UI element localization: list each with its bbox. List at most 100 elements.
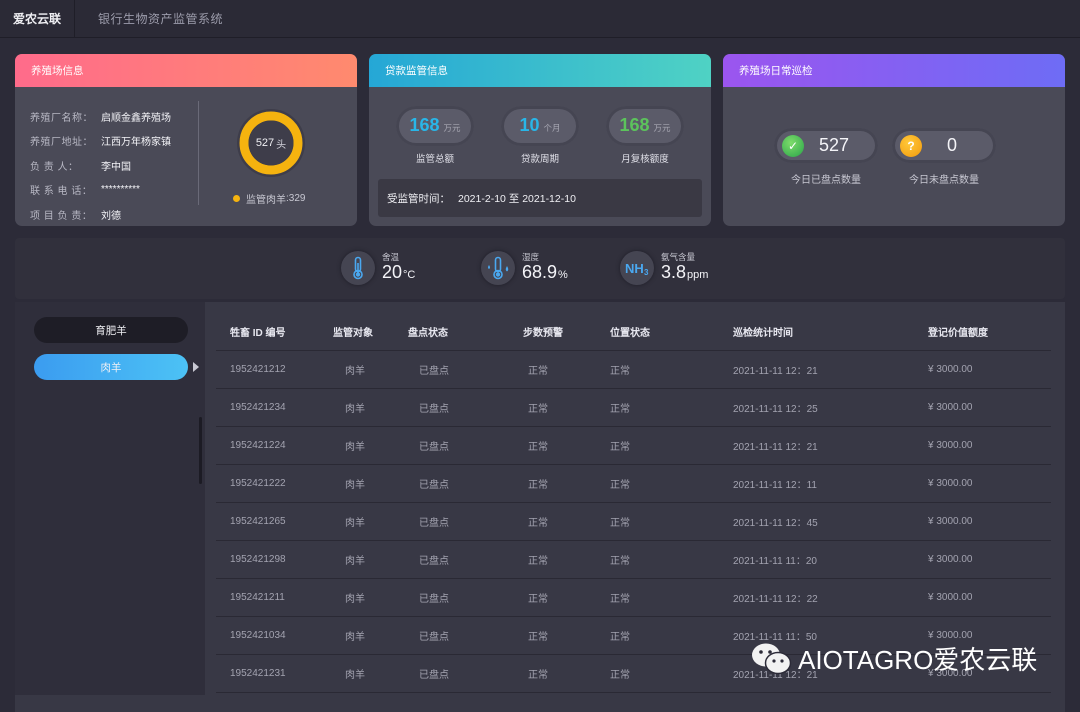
info-label: 联 系 电 话： <box>30 186 93 198</box>
unchecked-caption: 今日未盘点数量 <box>909 175 979 186</box>
table-header: 牲畜 ID 编号 监管对象 盘点状态 步数预警 位置状态 巡检统计时间 登记价值… <box>216 312 1051 351</box>
table-row[interactable]: 1952421224 肉羊 已盘点 正常 正常 2021-11-11 12：21 ¥ 300… <box>216 427 1051 465</box>
cell-subject: 肉羊 <box>345 366 365 377</box>
info-value: 刘德 <box>101 210 121 222</box>
info-label: 养殖厂名称： <box>30 112 93 124</box>
header-step-alert[interactable]: 步数预警 <box>508 324 608 339</box>
env-value: 3.8 <box>661 261 687 282</box>
cell-registered-value: ¥ 3000.00 <box>928 554 973 565</box>
cell-registered-value: ¥ 3000.00 <box>928 478 973 489</box>
cell-registered-value: ¥ 3000.00 <box>928 364 973 375</box>
cell-patrol-time: 2021-11-11 12：22 <box>733 594 818 605</box>
cell-step-alert: 正常 <box>528 594 548 605</box>
nh3-icon: NH 3 <box>620 251 654 285</box>
stat-unit: 个月 <box>543 123 561 133</box>
divider <box>198 101 199 205</box>
info-value: 启顺金鑫养殖场 <box>101 112 171 124</box>
brand-logo[interactable]: 爱农云联 <box>0 0 75 38</box>
cell-patrol-time: 2021-11-11 11：20 <box>733 556 817 567</box>
cell-step-alert: 正常 <box>528 670 548 681</box>
legend-dot-icon <box>233 195 240 202</box>
stat-monthly-review: 168 万元 <box>606 106 684 146</box>
sidebar-scrollbar[interactable] <box>199 417 202 484</box>
env-humidity: 湿度 68.9% <box>481 251 568 285</box>
info-value: 江西万年杨家镇 <box>101 137 171 149</box>
cell-subject: 肉羊 <box>345 670 365 681</box>
cell-inventory-status: 已盘点 <box>419 556 449 567</box>
header-location-status[interactable]: 位置状态 <box>608 324 733 339</box>
cell-location-status: 正常 <box>610 404 630 415</box>
header-registered-value[interactable]: 登记价值额度 <box>928 324 1048 339</box>
info-value: 李中国 <box>101 161 131 173</box>
farm-card-title: 养殖场信息 <box>15 54 357 87</box>
thermometer-icon <box>341 251 375 285</box>
header-patrol-time[interactable]: 巡检统计时间 <box>733 324 928 339</box>
table-row[interactable]: 1952421222 肉羊 已盘点 正常 正常 2021-11-11 12：11 ¥ 300… <box>216 465 1051 503</box>
sidebar-item-meat-sheep[interactable]: 肉羊 <box>34 354 188 380</box>
env-value: 68.9 <box>522 261 558 282</box>
legend-label: 监管肉羊 <box>246 195 286 206</box>
info-value: ********** <box>101 184 140 196</box>
cell-livestock-id: 1952421231 <box>230 668 286 679</box>
cell-patrol-time: 2021-11-11 12：21 <box>733 442 818 453</box>
cell-step-alert: 正常 <box>528 404 548 415</box>
cell-subject: 肉羊 <box>345 404 365 415</box>
daily-patrol-card: 养殖场日常巡检 ✓ 527 今日已盘点数量 ? 0 今日未盘点数量 <box>723 54 1065 226</box>
table-row[interactable]: 1952421298 肉羊 已盘点 正常 正常 2021-11-11 11：20 ¥ 300… <box>216 541 1051 579</box>
cell-location-status: 正常 <box>610 632 630 643</box>
livestock-table: 牲畜 ID 编号 监管对象 盘点状态 步数预警 位置状态 巡检统计时间 登记价值… <box>216 312 1051 693</box>
env-temperature: 舍温 20°C <box>341 251 415 285</box>
cell-subject: 肉羊 <box>345 518 365 529</box>
system-title: 银行生物资产监管系统 <box>98 12 224 26</box>
cell-inventory-status: 已盘点 <box>419 670 449 681</box>
top-bar: 爱农云联 银行生物资产监管系统 <box>0 0 1080 38</box>
cell-livestock-id: 1952421222 <box>230 478 286 489</box>
caret-right-icon <box>193 362 199 372</box>
cell-patrol-time: 2021-11-11 12：11 <box>733 480 817 491</box>
cell-step-alert: 正常 <box>528 518 548 529</box>
farm-info-list: 养殖厂名称： 启顺金鑫养殖场 养殖厂地址： 江西万年杨家镇 负 责 人： 李中国… <box>30 104 171 226</box>
wechat-icon <box>750 641 794 677</box>
legend-value: :329 <box>286 193 306 204</box>
watermark-text: AIOTAGRO爱农云联 <box>798 645 1038 675</box>
cell-registered-value: ¥ 3000.00 <box>928 592 973 603</box>
cell-step-alert: 正常 <box>528 480 548 491</box>
donut-legend: 监管肉羊 :329 <box>233 191 305 206</box>
cell-location-status: 正常 <box>610 518 630 529</box>
svg-text:NH: NH <box>625 261 644 276</box>
donut-unit: 头 <box>276 139 287 151</box>
cell-location-status: 正常 <box>610 366 630 377</box>
cell-step-alert: 正常 <box>528 366 548 377</box>
cell-location-status: 正常 <box>610 556 630 567</box>
stat-total-amount: 168 万元 <box>396 106 474 146</box>
unchecked-count: 0 <box>946 135 957 155</box>
cell-livestock-id: 1952421265 <box>230 516 286 527</box>
table-row[interactable]: 1952421211 肉羊 已盘点 正常 正常 2021-11-11 12：22 ¥ 300… <box>216 579 1051 617</box>
check-icon: ✓ <box>782 134 804 157</box>
header-subject[interactable]: 监管对象 <box>333 324 408 339</box>
cell-subject: 肉羊 <box>345 442 365 453</box>
sidebar-item-fattening-sheep[interactable]: 育肥羊 <box>34 317 188 343</box>
question-icon: ? <box>900 134 922 157</box>
farm-info-card: 养殖场信息 养殖厂名称： 启顺金鑫养殖场 养殖厂地址： 江西万年杨家镇 负 责 … <box>15 54 357 226</box>
header-inventory-status[interactable]: 盘点状态 <box>408 324 508 339</box>
cell-livestock-id: 1952421298 <box>230 554 286 565</box>
cell-inventory-status: 已盘点 <box>419 442 449 453</box>
cell-livestock-id: 1952421234 <box>230 402 286 413</box>
table-row[interactable]: 1952421212 肉羊 已盘点 正常 正常 2021-11-11 12：21 ¥ 300… <box>216 351 1051 389</box>
table-row[interactable]: 1952421234 肉羊 已盘点 正常 正常 2021-11-11 12：25 ¥ 300… <box>216 389 1051 427</box>
env-unit: ppm <box>687 268 709 281</box>
table-row[interactable]: 1952421265 肉羊 已盘点 正常 正常 2021-11-11 12：45 ¥ 300… <box>216 503 1051 541</box>
loan-info-card: 贷款监管信息 168 万元 监管总额 10 个月 贷款周期 168 万元 月复核… <box>369 54 711 226</box>
cell-registered-value: ¥ 3000.00 <box>928 516 973 527</box>
stat-caption: 贷款周期 <box>520 154 559 165</box>
svg-text:3: 3 <box>644 268 649 277</box>
cell-livestock-id: 1952421211 <box>230 592 285 603</box>
info-row-name: 养殖厂名称： 启顺金鑫养殖场 <box>30 104 171 129</box>
cell-subject: 肉羊 <box>345 594 365 605</box>
cell-subject: 肉羊 <box>345 480 365 491</box>
header-livestock-id[interactable]: 牲畜 ID 编号 <box>216 324 333 339</box>
stat-value: 10 <box>519 115 540 135</box>
checked-count: 527 <box>818 135 850 155</box>
env-label: 氨气含量 <box>661 251 696 262</box>
